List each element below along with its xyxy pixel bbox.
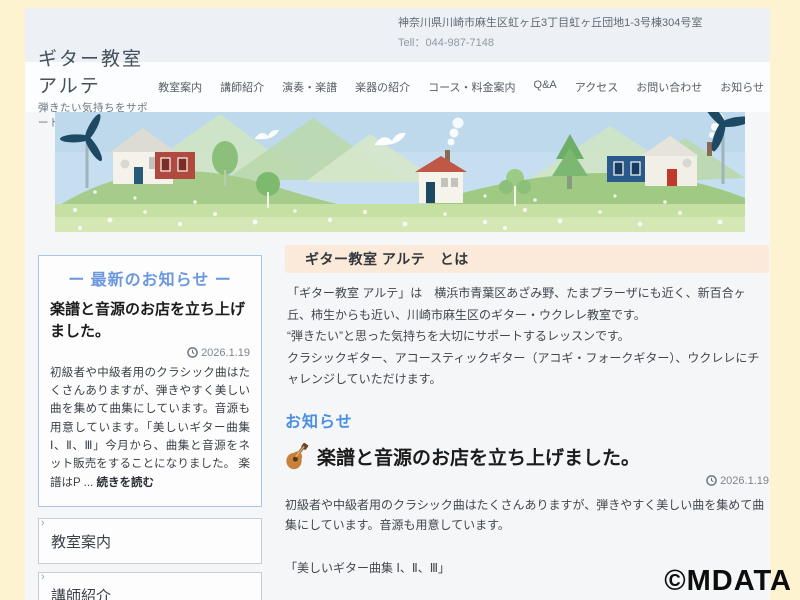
- sidebar-item-label: 教室案内: [51, 533, 112, 551]
- landscape-illustration: [55, 112, 745, 232]
- sidebar-menu: › 教室案内 › 講師紹介 › 演奏・楽譜: [38, 518, 262, 600]
- news-article-dateline: 2026.1.19: [285, 475, 769, 487]
- sidebar-article-dateline: 2026.1.19: [50, 347, 250, 359]
- sidebar-item-instructor[interactable]: › 講師紹介: [38, 572, 262, 600]
- site-title: ギター教室 アルテ: [38, 49, 165, 97]
- nav-item-qa[interactable]: Q&A: [534, 79, 557, 95]
- nav-item-classroom[interactable]: 教室案内: [158, 79, 202, 95]
- header-bar: ギター教室 アルテ 弾きたい気持ちをサポートします 教室案内 講師紹介 演奏・楽…: [25, 49, 770, 129]
- nav-item-instruments[interactable]: 楽器の紹介: [355, 79, 410, 95]
- about-line-3: クラシックギター、アコースティックギター（アコギ・フォークギター）、ウクレレにチ…: [287, 350, 760, 387]
- news-section-heading: お知らせ: [285, 413, 353, 431]
- main-content: ギター教室 アルテ とは 「ギター教室 アルテ」は 横浜市青葉区あざみ野、たまプ…: [285, 245, 769, 600]
- sidebar-item-label: 講師紹介: [51, 587, 112, 600]
- guitar-icon: [286, 442, 309, 470]
- nav-item-contact[interactable]: お問い合わせ: [636, 79, 702, 95]
- news-paragraph-1: 初級者や中級者用のクラシック曲はたくさんありますが、弾きやすく美しい曲を集めて曲…: [285, 497, 765, 532]
- clock-icon: [187, 347, 198, 358]
- site-page: 神奈川県川崎市麻生区虹ヶ丘3丁目虹ヶ丘団地1-3号棟304号室 Tell：044…: [25, 8, 770, 600]
- about-line-2: “弾きたい”と思った気持ちを大切にサポートするレッスンです。: [287, 329, 630, 344]
- school-address: 神奈川県川崎市麻生区虹ヶ丘3丁目虹ヶ丘団地1-3号棟304号室: [398, 17, 703, 29]
- latest-news-title: ー 最新のお知らせ ー: [68, 272, 232, 289]
- nav-item-instructor[interactable]: 講師紹介: [220, 79, 264, 95]
- news-article-title-text: 楽譜と音源のお店を立ち上げました。: [317, 447, 641, 469]
- news-article-title[interactable]: 楽譜と音源のお店を立ち上げました。: [285, 442, 769, 470]
- sidebar-article-title[interactable]: 楽譜と音源のお店を立ち上げました。: [50, 299, 250, 343]
- nav-item-courses-fees[interactable]: コース・料金案内: [428, 79, 515, 95]
- sidebar-article-excerpt-text: 初級者や中級者用のクラシック曲はたくさんありますが、弾きやすく美しい曲を集めて曲…: [50, 366, 250, 489]
- read-more-link[interactable]: 続きを読む: [96, 477, 154, 489]
- latest-news-box: ー 最新のお知らせ ー 楽譜と音源のお店を立ち上げました。 2026.1.19 …: [38, 255, 262, 508]
- hero-image: [55, 112, 745, 232]
- chevron-right-icon: ›: [41, 571, 45, 584]
- watermark: ©MDATA: [664, 565, 792, 597]
- about-text: 「ギター教室 アルテ」は 横浜市青葉区あざみ野、たまプラーザにも近く、新百合ヶ丘…: [287, 283, 767, 391]
- sidebar-article-excerpt: 初級者や中級者用のクラシック曲はたくさんありますが、弾きやすく美しい曲を集めて曲…: [50, 364, 250, 493]
- news-article-date: 2026.1.19: [720, 474, 769, 487]
- nav-item-access[interactable]: アクセス: [575, 79, 618, 95]
- about-section-heading: ギター教室 アルテ とは: [285, 245, 769, 273]
- sidebar: ー 最新のお知らせ ー 楽譜と音源のお店を立ち上げました。 2026.1.19 …: [38, 255, 262, 600]
- sidebar-item-classroom[interactable]: › 教室案内: [38, 517, 262, 565]
- about-line-1: 「ギター教室 アルテ」は 横浜市青葉区あざみ野、たまプラーザにも近く、新百合ヶ丘…: [287, 286, 746, 322]
- nav-item-performance[interactable]: 演奏・楽譜: [282, 79, 337, 95]
- chevron-right-icon: ›: [41, 517, 45, 530]
- clock-icon: [706, 475, 717, 487]
- main-navigation: 教室案内 講師紹介 演奏・楽譜 楽器の紹介 コース・料金案内 Q&A アクセス …: [158, 79, 764, 95]
- sidebar-article-date: 2026.1.19: [201, 346, 250, 359]
- nav-item-news[interactable]: お知らせ: [720, 79, 764, 95]
